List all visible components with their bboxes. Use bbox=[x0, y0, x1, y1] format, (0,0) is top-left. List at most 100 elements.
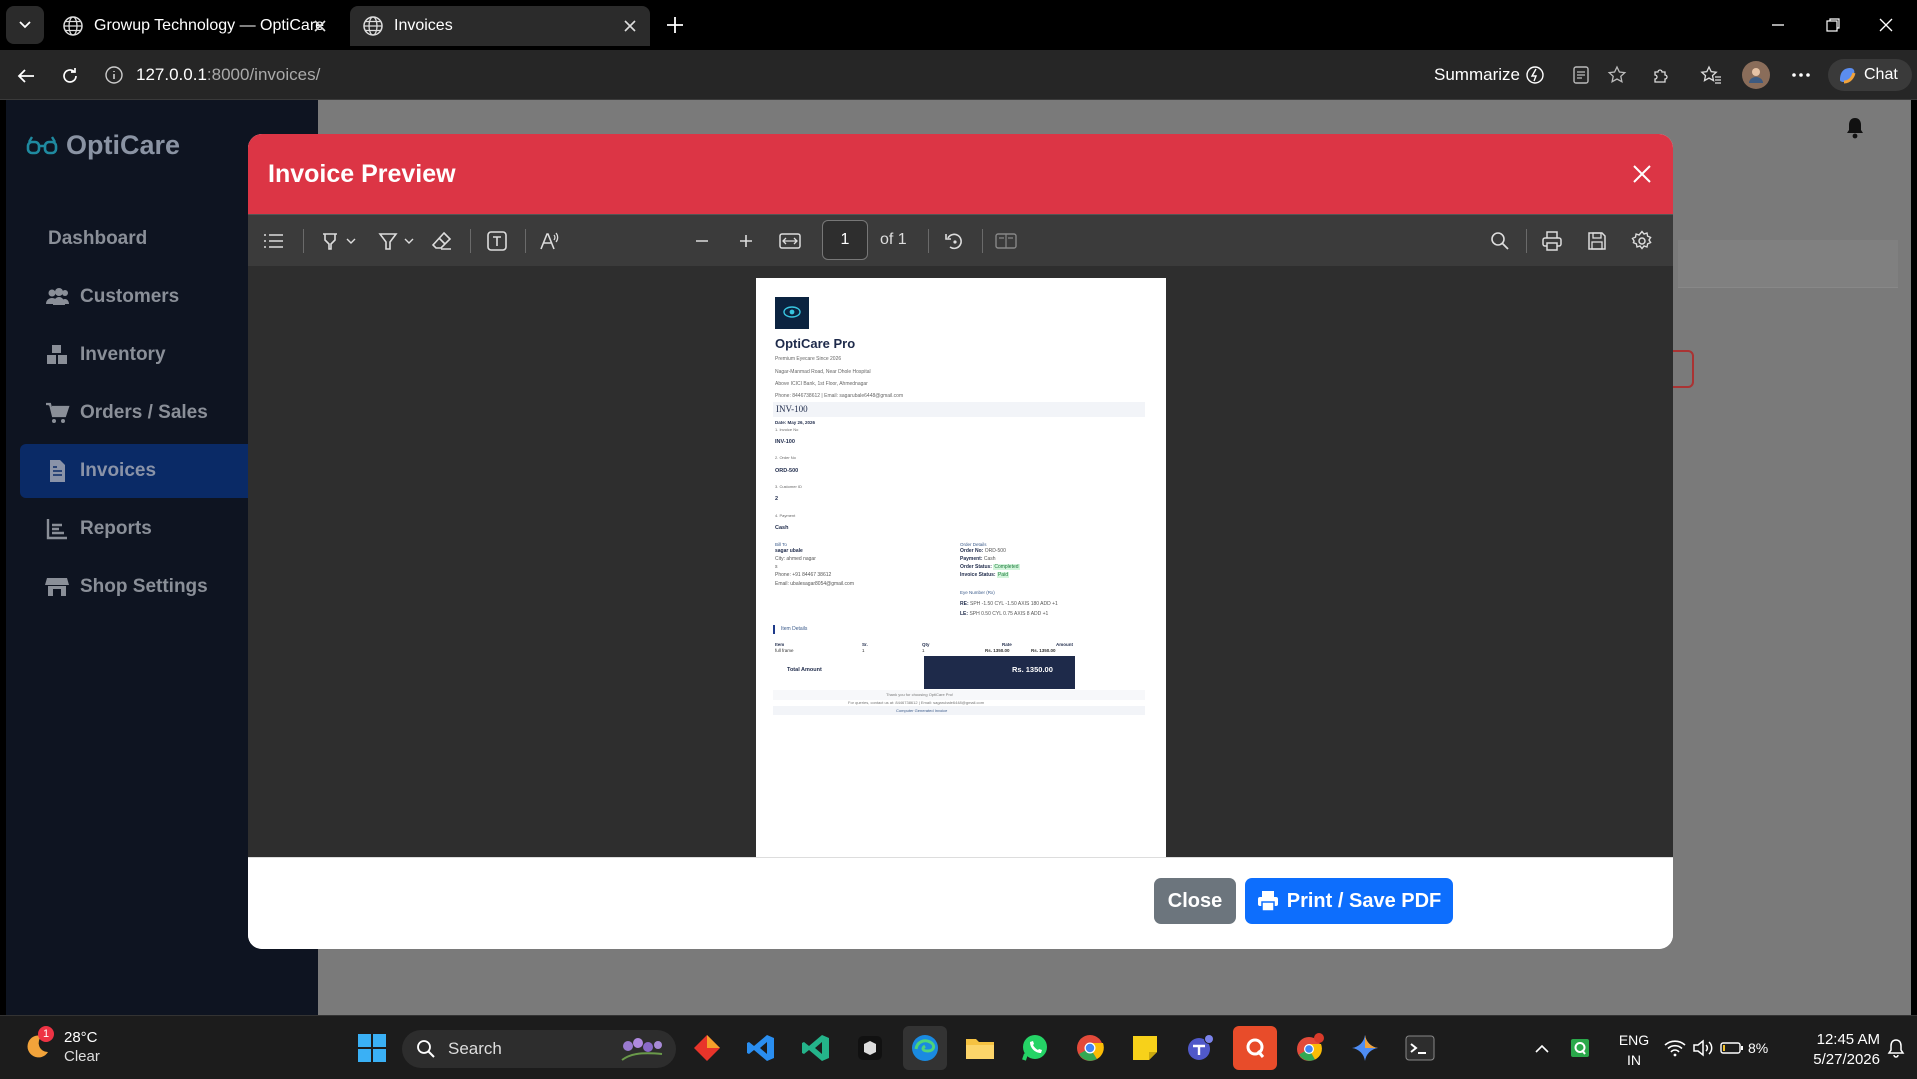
total-label: Total Amount bbox=[787, 667, 822, 673]
notifications-button[interactable] bbox=[1884, 1036, 1908, 1060]
tray-q-app[interactable] bbox=[1568, 1036, 1592, 1060]
url-field[interactable]: 127.0.0.1:8000/invoices/ bbox=[100, 58, 1410, 92]
summarize-button[interactable]: Summarize bbox=[1434, 62, 1546, 88]
order-details-heading: Order Details bbox=[960, 542, 987, 547]
order-no-value: ORD-500 bbox=[984, 548, 1006, 554]
app-q[interactable] bbox=[1233, 1026, 1277, 1070]
language-indicator[interactable]: ENG IN bbox=[1614, 1030, 1654, 1070]
page-number-input[interactable]: 1 bbox=[822, 220, 868, 260]
fit-width-button[interactable] bbox=[776, 227, 804, 255]
close-button[interactable]: Close bbox=[1154, 878, 1236, 924]
back-button[interactable] bbox=[10, 60, 42, 92]
weather-widget[interactable]: 1 28°C Clear bbox=[18, 1026, 128, 1070]
app-chrome[interactable] bbox=[1068, 1026, 1112, 1070]
invoice-status-line: Invoice Status: Paid bbox=[960, 572, 1009, 578]
draw-button[interactable] bbox=[374, 227, 402, 255]
app-terminal[interactable] bbox=[1398, 1026, 1442, 1070]
rotate-button[interactable] bbox=[940, 227, 968, 255]
app-edge[interactable] bbox=[903, 1026, 947, 1070]
app-red-diamond[interactable] bbox=[685, 1026, 729, 1070]
find-button[interactable] bbox=[1486, 227, 1514, 255]
app-gemini[interactable] bbox=[1343, 1026, 1387, 1070]
eye-le-label: LE: bbox=[960, 611, 969, 617]
sidebar-item-label: Shop Settings bbox=[80, 576, 208, 597]
minimize-button[interactable] bbox=[1760, 8, 1796, 42]
q-app-icon bbox=[1246, 1038, 1265, 1058]
print-save-pdf-button[interactable]: Print / Save PDF bbox=[1245, 878, 1453, 924]
sidebar-item-orders[interactable]: Orders / Sales bbox=[20, 386, 254, 440]
bill-to-heading: Bill To bbox=[775, 542, 787, 547]
field-value: ORD-500 bbox=[775, 468, 799, 474]
app-vscode-insiders[interactable] bbox=[794, 1026, 838, 1070]
field-label: 2. Order No bbox=[775, 455, 796, 460]
clock[interactable]: 12:45 AM 5/27/2026 bbox=[1790, 1030, 1880, 1070]
extensions-button[interactable] bbox=[1648, 62, 1674, 88]
favorite-button[interactable] bbox=[1604, 62, 1630, 88]
app-file-explorer[interactable] bbox=[958, 1026, 1002, 1070]
start-button[interactable] bbox=[350, 1026, 394, 1070]
quick-settings[interactable]: 8% bbox=[1664, 1036, 1784, 1060]
eraser-icon bbox=[431, 231, 452, 250]
brand-logo[interactable]: OptiCare bbox=[26, 130, 180, 161]
box-app-icon bbox=[858, 1036, 882, 1060]
cell-item: full frame bbox=[775, 648, 794, 653]
refresh-button[interactable] bbox=[54, 60, 86, 92]
bell-icon[interactable] bbox=[1844, 116, 1866, 140]
sidebar-item-invoices[interactable]: Invoices bbox=[20, 444, 254, 498]
bill-to-phone: Phone: +91 84467 38612 bbox=[775, 572, 832, 578]
pdf-viewport[interactable]: OptiCare Pro Premium Eyecare Since 2026 … bbox=[248, 266, 1673, 857]
close-tab-icon[interactable] bbox=[310, 16, 330, 36]
sidebar-item-customers[interactable]: Customers bbox=[20, 270, 254, 324]
highlight-options-button[interactable] bbox=[342, 227, 360, 255]
app-teams[interactable] bbox=[1178, 1026, 1222, 1070]
sidebar-item-dashboard[interactable]: Dashboard bbox=[20, 212, 254, 266]
close-tab-icon[interactable] bbox=[620, 16, 640, 36]
table-of-contents-button[interactable] bbox=[260, 227, 288, 255]
erase-button[interactable] bbox=[428, 227, 456, 255]
zoom-out-button[interactable] bbox=[688, 227, 716, 255]
page-view-button[interactable] bbox=[992, 227, 1020, 255]
app-sticky-notes[interactable] bbox=[1123, 1026, 1167, 1070]
modal-close-x-button[interactable] bbox=[1628, 160, 1656, 188]
browser-tab-invoices[interactable]: Invoices bbox=[350, 6, 650, 46]
close-window-button[interactable] bbox=[1868, 8, 1904, 42]
pen-icon bbox=[378, 233, 398, 250]
search-icon bbox=[417, 1040, 435, 1058]
reader-view-button[interactable] bbox=[1568, 62, 1594, 88]
browser-tab-growup[interactable]: Growup Technology — OptiCare P bbox=[50, 6, 340, 46]
profile-avatar[interactable] bbox=[1742, 61, 1770, 89]
show-hidden-icons-button[interactable] bbox=[1530, 1038, 1554, 1060]
favorites-button[interactable] bbox=[1698, 62, 1724, 88]
save-pdf-button[interactable] bbox=[1583, 227, 1611, 255]
fit-width-icon bbox=[779, 233, 801, 249]
zoom-in-button[interactable] bbox=[732, 227, 760, 255]
tab-actions-button[interactable] bbox=[6, 6, 44, 44]
maximize-button[interactable] bbox=[1815, 8, 1851, 42]
taskbar-search[interactable]: Search bbox=[402, 1030, 676, 1068]
app-vscode[interactable] bbox=[739, 1026, 783, 1070]
table-header-amount: Amount bbox=[1056, 642, 1073, 647]
pdf-settings-button[interactable] bbox=[1628, 227, 1656, 255]
clock-time: 12:45 AM bbox=[1816, 1031, 1880, 1048]
print-pdf-button[interactable] bbox=[1538, 227, 1566, 255]
new-tab-button[interactable] bbox=[660, 10, 690, 40]
app-box[interactable] bbox=[848, 1026, 892, 1070]
footer-note: Computer Generated Invoice bbox=[896, 708, 948, 713]
highlight-button[interactable] bbox=[316, 227, 344, 255]
read-aloud-button[interactable] bbox=[536, 227, 564, 255]
bill-to-email: Email: ubalesagar8054@gmail.com bbox=[775, 581, 855, 587]
copilot-chat-button[interactable]: Chat bbox=[1828, 59, 1912, 91]
sidebar-item-reports[interactable]: Reports bbox=[20, 502, 254, 556]
draw-options-button[interactable] bbox=[400, 227, 418, 255]
app-whatsapp[interactable] bbox=[1013, 1026, 1057, 1070]
eye-le-value: SPH 0.50 CYL 0.75 AXIS 8 ADD +1 bbox=[969, 611, 1049, 617]
app-chrome-profile[interactable] bbox=[1288, 1026, 1332, 1070]
plus-icon bbox=[667, 17, 683, 33]
payment-label: Payment: bbox=[960, 556, 983, 562]
more-menu-button[interactable] bbox=[1786, 62, 1816, 88]
add-text-button[interactable] bbox=[483, 227, 511, 255]
sidebar-item-inventory[interactable]: Inventory bbox=[20, 328, 254, 382]
invoice-status-badge: Paid bbox=[996, 572, 1009, 578]
invoice-pdf-page: OptiCare Pro Premium Eyecare Since 2026 … bbox=[756, 278, 1166, 857]
sidebar-item-shop-settings[interactable]: Shop Settings bbox=[20, 560, 254, 614]
